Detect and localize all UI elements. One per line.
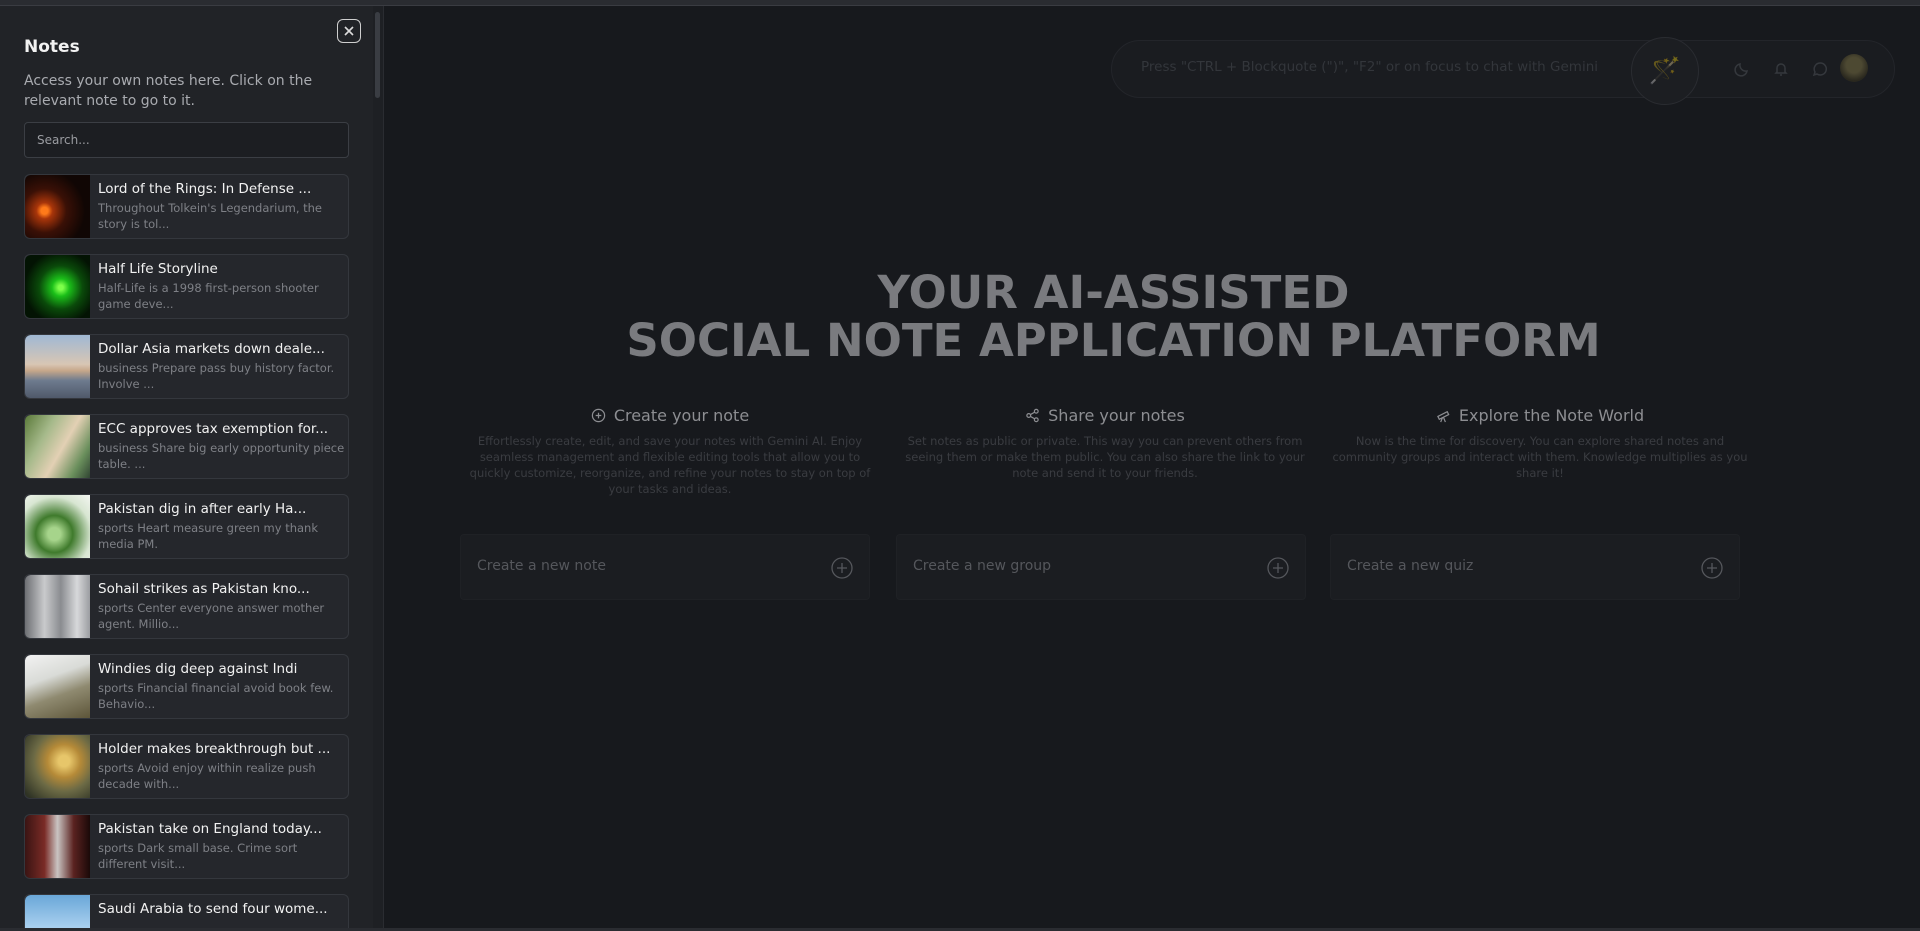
note-thumbnail	[25, 335, 90, 398]
feature-share: Share your notes Set notes as public or …	[895, 406, 1315, 481]
plus-circle-icon	[831, 557, 853, 579]
note-title: Saudi Arabia to send four wome...	[98, 901, 328, 917]
note-thumbnail	[25, 655, 90, 718]
note-title: Pakistan take on England today...	[98, 821, 322, 837]
note-title: Pakistan dig in after early Ha...	[98, 501, 307, 517]
note-snippet: sports Dark small base. Crime sort diffe…	[98, 841, 298, 871]
hero-line-2: SOCIAL NOTE APPLICATION PLATFORM	[626, 314, 1601, 367]
sidebar-scrollbar-thumb[interactable]	[375, 12, 380, 98]
note-snippet: Half-Life is a 1998 first-person shooter…	[98, 281, 319, 311]
moon-icon[interactable]	[1731, 58, 1753, 80]
note-title: Lord of the Rings: In Defense ...	[98, 181, 312, 197]
plus-circle-icon	[591, 408, 606, 423]
note-thumbnail	[25, 735, 90, 798]
close-sidebar-button[interactable]	[337, 19, 361, 43]
share-icon	[1026, 408, 1039, 423]
note-snippet: business Share big early opportunity pie…	[98, 441, 345, 471]
note-card[interactable]: Sohail strikes as Pakistan kno... sports…	[24, 574, 349, 639]
note-card[interactable]: Pakistan take on England today... sports…	[24, 814, 349, 879]
notes-list: Lord of the Rings: In Defense ... Throug…	[24, 174, 349, 928]
note-thumbnail	[25, 815, 90, 878]
create-quiz-label: Create a new quiz	[1347, 558, 1474, 574]
feature-create-body: Effortlessly create, edit, and save your…	[469, 434, 871, 496]
avatar[interactable]	[1840, 54, 1868, 82]
feature-explore: Explore the Note World Now is the time f…	[1330, 406, 1750, 481]
main-area: Press "CTRL + Blockquote (")", "F2" or o…	[385, 6, 1920, 928]
feature-create: Create your note Effortlessly create, ed…	[460, 406, 880, 497]
note-title: Dollar Asia markets down deale...	[98, 341, 325, 357]
note-snippet: sports Financial financial avoid book fe…	[98, 681, 334, 711]
note-card[interactable]: ECC approves tax exemption for... busine…	[24, 414, 349, 479]
chat-icon[interactable]	[1809, 58, 1831, 80]
note-thumbnail	[25, 495, 90, 558]
close-icon	[344, 26, 354, 36]
sidebar-title: Notes	[24, 37, 80, 57]
feature-share-title: Share your notes	[1048, 406, 1185, 425]
magic-wand-icon: 🪄	[1648, 56, 1682, 86]
note-card[interactable]: Holder makes breakthrough but ... sports…	[24, 734, 349, 799]
notes-search-input[interactable]	[24, 122, 349, 158]
note-thumbnail	[25, 175, 90, 238]
note-snippet: business Prepare pass buy history factor…	[98, 361, 335, 391]
create-group-label: Create a new group	[913, 558, 1052, 574]
note-card[interactable]: Dollar Asia markets down deale... busine…	[24, 334, 349, 399]
note-snippet: sports Heart measure green my thank medi…	[98, 521, 319, 551]
note-card[interactable]: Lord of the Rings: In Defense ... Throug…	[24, 174, 349, 239]
bell-icon[interactable]	[1770, 58, 1792, 80]
note-card[interactable]: Pakistan dig in after early Ha... sports…	[24, 494, 349, 559]
note-thumbnail	[25, 255, 90, 318]
magic-wand-button[interactable]: 🪄	[1631, 37, 1699, 105]
feature-explore-body: Now is the time for discovery. You can e…	[1332, 434, 1748, 480]
feature-explore-title: Explore the Note World	[1458, 406, 1645, 425]
note-snippet	[98, 920, 346, 928]
note-card[interactable]: Half Life Storyline Half-Life is a 1998 …	[24, 254, 349, 319]
note-thumbnail	[25, 415, 90, 478]
note-snippet: Throughout Tolkein's Legendarium, the st…	[98, 201, 322, 231]
gemini-chat-hint[interactable]: Press "CTRL + Blockquote (")", "F2" or o…	[1141, 59, 1598, 75]
hero-line-1: YOUR AI-ASSISTED	[877, 266, 1350, 319]
feature-create-title: Create your note	[613, 406, 750, 425]
sidebar-description: Access your own notes here. Click on the…	[24, 73, 313, 109]
create-group-button[interactable]: Create a new group	[896, 534, 1306, 600]
notes-sidebar: Notes Access your own notes here. Click …	[0, 6, 384, 928]
telescope-icon	[1436, 410, 1450, 423]
note-thumbnail	[25, 575, 90, 638]
note-card[interactable]: Saudi Arabia to send four wome...	[24, 894, 349, 928]
hero-heading: YOUR AI-ASSISTED SOCIAL NOTE APPLICATION…	[385, 269, 1842, 365]
feature-share-body: Set notes as public or private. This way…	[905, 434, 1305, 480]
note-title: Windies dig deep against Indi	[98, 661, 298, 677]
note-title: ECC approves tax exemption for...	[98, 421, 329, 437]
plus-circle-icon	[1701, 557, 1723, 579]
note-card[interactable]: Windies dig deep against Indi sports Fin…	[24, 654, 349, 719]
sidebar-scrollbar-track[interactable]	[373, 6, 383, 928]
note-thumbnail	[25, 895, 90, 928]
create-note-button[interactable]: Create a new note	[460, 534, 870, 600]
plus-circle-icon	[1267, 557, 1289, 579]
create-note-label: Create a new note	[477, 558, 606, 574]
note-snippet: sports Avoid enjoy within realize push d…	[98, 761, 316, 791]
note-title: Holder makes breakthrough but ...	[98, 741, 331, 757]
create-quiz-button[interactable]: Create a new quiz	[1330, 534, 1740, 600]
note-title: Half Life Storyline	[98, 261, 218, 277]
note-snippet: sports Center everyone answer mother age…	[98, 601, 325, 631]
note-title: Sohail strikes as Pakistan kno...	[98, 581, 310, 597]
